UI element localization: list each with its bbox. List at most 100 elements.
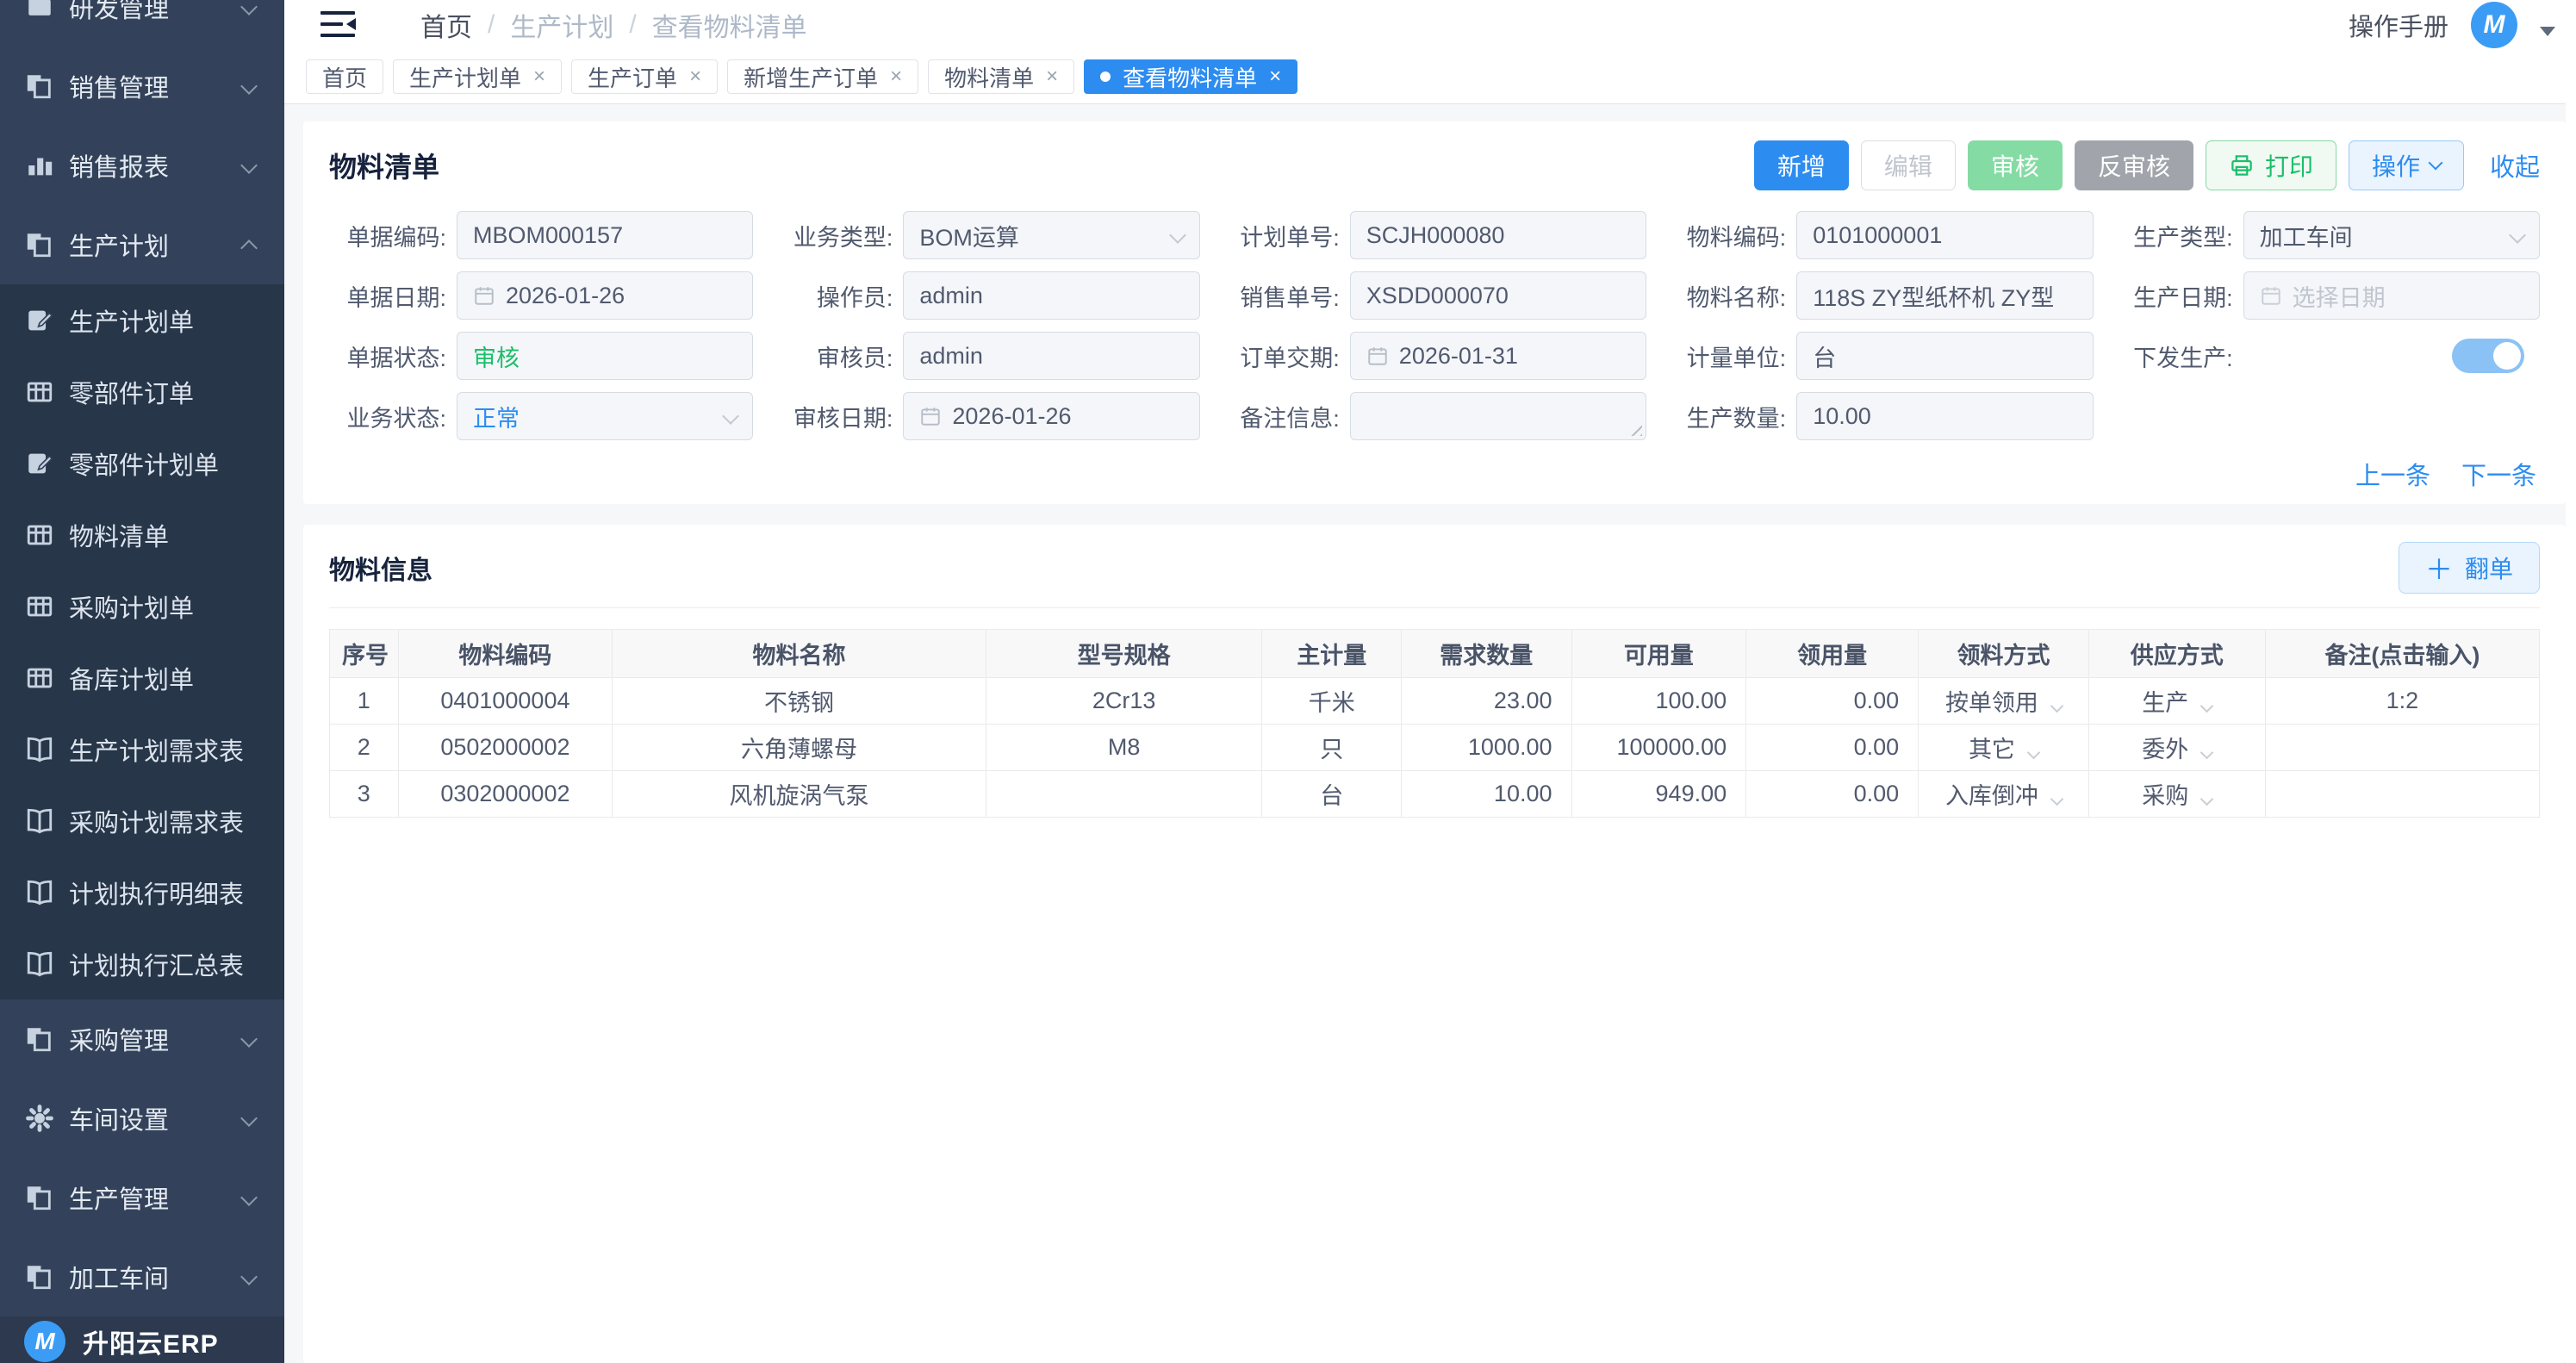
sale-no-field[interactable]: XSDD000070 xyxy=(1350,271,1646,320)
plan-no-field[interactable]: SCJH000080 xyxy=(1350,211,1646,259)
plan-no-value: SCJH000080 xyxy=(1366,222,1505,249)
sidebar-subitem-purchase-plan-order[interactable]: 采购计划单 xyxy=(0,570,284,642)
chevron-down-icon[interactable] xyxy=(2540,27,2555,36)
cell-pick-method-select[interactable]: 入库倒冲 xyxy=(1919,771,2089,818)
sidebar-subitem-parts-order[interactable]: 零部件订单 xyxy=(0,356,284,427)
material-name-field[interactable]: 118S ZY型纸杯机 ZY型 xyxy=(1796,271,2093,320)
cell-used-qty: 0.00 xyxy=(1746,678,1919,725)
book-icon xyxy=(24,949,55,980)
breadcrumb-home[interactable]: 首页 xyxy=(420,6,472,44)
tab-view-bom[interactable]: 查看物料清单× xyxy=(1084,59,1297,94)
cell-note[interactable] xyxy=(2265,771,2539,818)
add-button[interactable]: 新增 xyxy=(1754,140,1849,190)
sidebar: 研发管理 销售管理 销售报表 生产计划 xyxy=(0,0,284,1363)
doc-status-field[interactable]: 审核 xyxy=(457,332,753,380)
book-icon xyxy=(24,806,55,837)
audit-date-field[interactable]: 2026-01-26 xyxy=(903,392,1199,440)
cell-material-name: 风机旋涡气泵 xyxy=(613,771,986,818)
unit-cell: 计量单位: 台 xyxy=(1669,332,2093,380)
qty-field[interactable]: 10.00 xyxy=(1796,392,2093,440)
material-code-field[interactable]: 0101000001 xyxy=(1796,211,2093,259)
cell-pick-method-select[interactable]: 其它 xyxy=(1919,725,2089,771)
biz-type-select[interactable]: BOM运算 xyxy=(903,211,1199,259)
sidebar-subitem-plan-execution-summary[interactable]: 计划执行汇总表 xyxy=(0,928,284,999)
prev-record-link[interactable]: 上一条 xyxy=(2355,456,2430,492)
cell-supply-method-select[interactable]: 生产 xyxy=(2088,678,2265,725)
cell-demand-qty: 10.00 xyxy=(1402,771,1572,818)
calendar-icon xyxy=(1366,345,1389,367)
dispatch-toggle[interactable] xyxy=(2452,339,2524,373)
sidebar-menu: 研发管理 销售管理 销售报表 生产计划 xyxy=(0,0,284,1316)
table-icon xyxy=(24,663,55,694)
scrollbar-track[interactable] xyxy=(2566,50,2576,1363)
close-icon[interactable]: × xyxy=(1269,65,1281,89)
doc-date-field[interactable]: 2026-01-26 xyxy=(457,271,753,320)
tab-bom-list[interactable]: 物料清单 × xyxy=(928,59,1074,94)
next-record-link[interactable]: 下一条 xyxy=(2461,456,2536,492)
sidebar-subitem-plan-execution-detail[interactable]: 计划执行明细表 xyxy=(0,856,284,928)
tab-home[interactable]: 首页 xyxy=(306,59,383,94)
tab-production-plan-order[interactable]: 生产计划单× xyxy=(393,59,562,94)
cell-pick-method-select[interactable]: 按单领用 xyxy=(1919,678,2089,725)
material-name-value: 118S ZY型纸杯机 ZY型 xyxy=(1813,279,2054,313)
flip-order-button[interactable]: ＋ 翻单 xyxy=(2399,542,2540,594)
sidebar-subitem-production-plan-demand[interactable]: 生产计划需求表 xyxy=(0,713,284,785)
sidebar-item-sales-reports[interactable]: 销售报表 xyxy=(0,126,284,205)
sidebar-item-processing-workshop[interactable]: 加工车间 xyxy=(0,1237,284,1316)
close-icon[interactable]: × xyxy=(890,65,902,89)
tabs-bar: 首页 生产计划单× 生产订单× 新增生产订单× 物料清单 × 查看物料清单× xyxy=(284,50,2576,104)
cell-note[interactable] xyxy=(2265,725,2539,771)
unit-field[interactable]: 台 xyxy=(1796,332,2093,380)
close-icon[interactable]: × xyxy=(689,65,701,89)
reverse-audit-button[interactable]: 反审核 xyxy=(2075,140,2193,190)
sidebar-subitem-bom-list[interactable]: 物料清单 xyxy=(0,499,284,570)
sidebar-item-production-planning[interactable]: 生产计划 xyxy=(0,205,284,284)
avatar[interactable]: M xyxy=(2471,2,2517,48)
close-icon[interactable]: × xyxy=(533,65,545,89)
close-icon[interactable]: × xyxy=(1046,65,1058,89)
cell-supply-method-select[interactable]: 采购 xyxy=(2088,771,2265,818)
cell-index: 1 xyxy=(330,678,399,725)
cell-note[interactable]: 1:2 xyxy=(2265,678,2539,725)
menu-fold-icon[interactable] xyxy=(319,9,358,41)
active-dot-icon xyxy=(1100,72,1111,82)
operator-field[interactable]: admin xyxy=(903,271,1199,320)
pick-method-value: 按单领用 xyxy=(1945,690,2038,716)
sidebar-item-purchase-management[interactable]: 采购管理 xyxy=(0,999,284,1079)
doc-code-field[interactable]: MBOM000157 xyxy=(457,211,753,259)
material-code-value: 0101000001 xyxy=(1813,222,1942,249)
sidebar-subitem-stock-plan-order[interactable]: 备库计划单 xyxy=(0,642,284,713)
document-edit-icon xyxy=(24,448,55,479)
remark-textarea[interactable] xyxy=(1350,392,1646,440)
prod-type-select[interactable]: 加工车间 xyxy=(2243,211,2540,259)
breadcrumb-production-planning[interactable]: 生产计划 xyxy=(510,6,613,44)
manual-link[interactable]: 操作手册 xyxy=(2349,7,2448,43)
auditor-field[interactable]: admin xyxy=(903,332,1199,380)
edit-button[interactable]: 编辑 xyxy=(1861,140,1956,190)
collapse-link[interactable]: 收起 xyxy=(2490,147,2540,184)
sidebar-item-sales-management[interactable]: 销售管理 xyxy=(0,47,284,126)
prod-date-field[interactable]: 选择日期 xyxy=(2243,271,2540,320)
print-button[interactable]: 打印 xyxy=(2206,140,2336,190)
sidebar-subitem-production-plan-order[interactable]: 生产计划单 xyxy=(0,284,284,356)
col-index: 序号 xyxy=(330,630,399,678)
page-title: 物料清单 xyxy=(329,146,439,185)
chevron-down-icon xyxy=(240,1110,258,1127)
biz-status-select[interactable]: 正常 xyxy=(457,392,753,440)
sidebar-item-production-management[interactable]: 生产管理 xyxy=(0,1158,284,1237)
tab-production-order[interactable]: 生产订单× xyxy=(571,59,718,94)
prod-type-cell: 生产类型: 加工车间 xyxy=(2116,211,2540,259)
sidebar-subitem-purchase-plan-demand[interactable]: 采购计划需求表 xyxy=(0,785,284,856)
audit-button[interactable]: 审核 xyxy=(1968,140,2063,190)
actions-button[interactable]: 操作 xyxy=(2349,140,2464,190)
cell-supply-method-select[interactable]: 委外 xyxy=(2088,725,2265,771)
tab-new-production-order[interactable]: 新增生产订单× xyxy=(727,59,918,94)
sidebar-item-workshop-settings[interactable]: 车间设置 xyxy=(0,1079,284,1158)
chevron-up-icon xyxy=(240,240,258,257)
tab-label: 物料清单 xyxy=(944,61,1034,93)
sidebar-subitem-parts-plan-order[interactable]: 零部件计划单 xyxy=(0,427,284,499)
due-date-field[interactable]: 2026-01-31 xyxy=(1350,332,1646,380)
resize-handle-icon[interactable] xyxy=(1628,422,1642,436)
sidebar-item-research-management[interactable]: 研发管理 xyxy=(0,0,284,47)
cell-unit: 台 xyxy=(1262,771,1402,818)
